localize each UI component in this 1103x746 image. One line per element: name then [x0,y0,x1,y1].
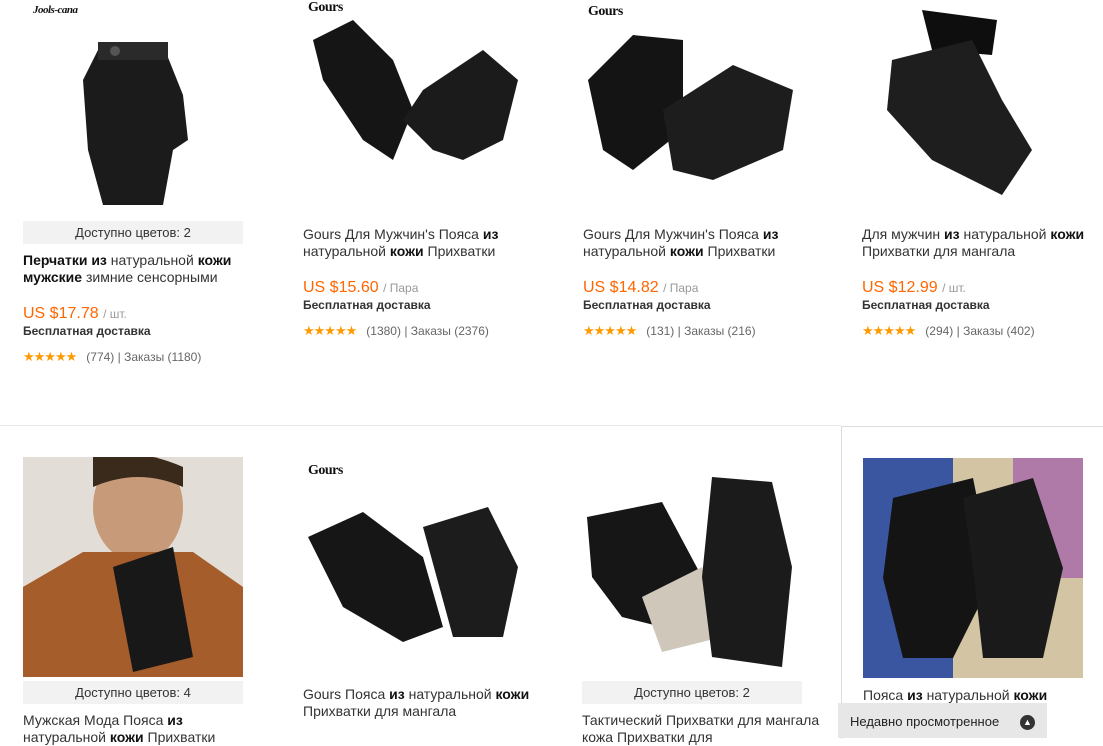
rating-row: ★★★★★ (1380) | Заказы (2376) [303,323,489,338]
product-image[interactable]: Jools-cana [23,0,243,220]
colors-available: Доступно цветов: 4 [23,681,243,704]
title-text: натуральной [106,252,198,268]
title-keyword: из [167,712,183,728]
product-card[interactable]: Пояса из натуральной кожи Прихватки [841,426,1103,739]
product-image[interactable]: Gours [303,0,523,220]
title-text: Для мужчин [862,226,945,242]
product-image[interactable] [863,458,1083,678]
title-keyword: из [482,226,499,242]
title-text: натуральной [303,243,390,259]
product-title[interactable]: Тактический Прихватки для мангала кожа П… [582,712,822,746]
brand-logo: Gours [308,463,343,478]
title-text: Gours Для Мужчин's Пояса [583,226,763,242]
title-keyword: кожи [109,729,144,745]
product-card[interactable]: Gours Gours Для Мужчин's Пояса из натура… [303,0,563,400]
free-shipping: Бесплатная доставка [583,298,711,312]
product-image[interactable] [23,457,243,677]
product-card[interactable]: Доступно цветов: 2 Тактический Прихватки… [582,457,842,745]
colors-available: Доступно цветов: 2 [582,681,802,704]
rating-row: ★★★★★ (131) | Заказы (216) [583,323,756,338]
brand-logo: Gours [308,0,343,15]
product-card[interactable]: Для мужчин из натуральной кожи Прихватки… [862,0,1103,400]
recently-viewed-label: Недавно просмотренное [850,714,1000,729]
title-keyword: из [944,226,960,242]
row-divider [0,425,841,426]
title-keyword: кожи [495,686,530,702]
title-text: Мужская Мода Пояса [23,712,168,728]
title-keyword: кожи [669,243,704,259]
product-image[interactable] [582,457,802,677]
product-price: US $14.82 / Пара [583,279,699,296]
title-keyword: из [762,226,779,242]
product-title[interactable]: Gours Для Мужчин's Пояса из натуральной … [583,226,823,260]
title-text: зимние сенсорными [82,269,218,285]
product-title[interactable]: Перчатки из натуральной кожи мужские зим… [23,252,263,286]
brand-logo: Jools-cana [33,4,78,16]
title-keyword: мужские [23,269,83,285]
product-card[interactable]: Jools-cana Доступно цветов: 2 Перчатки и… [23,0,283,400]
title-text: Gours Пояса [303,686,390,702]
product-image[interactable] [862,0,1082,220]
title-keyword: Перчатки [23,252,92,268]
product-card[interactable]: Gours Gours Пояса из натуральной кожи Пр… [303,457,563,738]
free-shipping: Бесплатная доставка [862,298,990,312]
title-text: Пояса [863,687,908,703]
title-text: Тактический Прихватки для мангала кожа П… [582,712,820,745]
product-image[interactable]: Gours [583,0,803,220]
brand-logo: Gours [588,4,623,19]
product-card[interactable]: Gours Gours Для Мужчин's Пояса из натура… [583,0,843,400]
product-card[interactable]: Доступно цветов: 4 Мужская Мода Пояса из… [23,457,283,745]
chevron-up-icon[interactable]: ▲ [1020,715,1035,730]
title-text: натуральной [959,226,1051,242]
title-keyword: кожи [197,252,232,268]
title-text: натуральной [922,687,1014,703]
title-keyword: кожи [1013,687,1048,703]
product-price: US $12.99 / шт. [862,279,966,296]
title-text: Gours Для Мужчин's Пояса [303,226,483,242]
rating-row: ★★★★★ (774) | Заказы (1180) [23,349,202,364]
title-text: натуральной [583,243,670,259]
free-shipping: Бесплатная доставка [23,324,151,338]
product-title[interactable]: Мужская Мода Пояса из натуральной кожи П… [23,712,263,746]
recently-viewed-bar[interactable]: Недавно просмотренное ▲ [838,703,1047,738]
title-text: Прихватки для мангала [862,243,1016,259]
title-text: Прихватки [423,243,496,259]
title-keyword: из [907,687,923,703]
title-text: Прихватки для мангала [303,703,457,719]
title-text: натуральной [23,729,110,745]
free-shipping: Бесплатная доставка [303,298,431,312]
title-keyword: кожи [1050,226,1085,242]
product-title[interactable]: Для мужчин из натуральной кожи Прихватки… [862,226,1102,260]
product-title[interactable]: Gours Для Мужчин's Пояса из натуральной … [303,226,543,260]
title-text: натуральной [404,686,496,702]
product-title[interactable]: Gours Пояса из натуральной кожи Прихватк… [303,686,543,720]
product-price: US $15.60 / Пара [303,279,419,296]
title-keyword: кожи [389,243,424,259]
product-image[interactable]: Gours [303,457,523,677]
rating-row: ★★★★★ (294) | Заказы (402) [862,323,1035,338]
colors-available: Доступно цветов: 2 [23,221,243,244]
title-keyword: из [91,252,107,268]
title-keyword: из [389,686,405,702]
title-text: Прихватки [703,243,776,259]
title-text: Прихватки [143,729,216,745]
product-price: US $17.78 / шт. [23,305,127,322]
